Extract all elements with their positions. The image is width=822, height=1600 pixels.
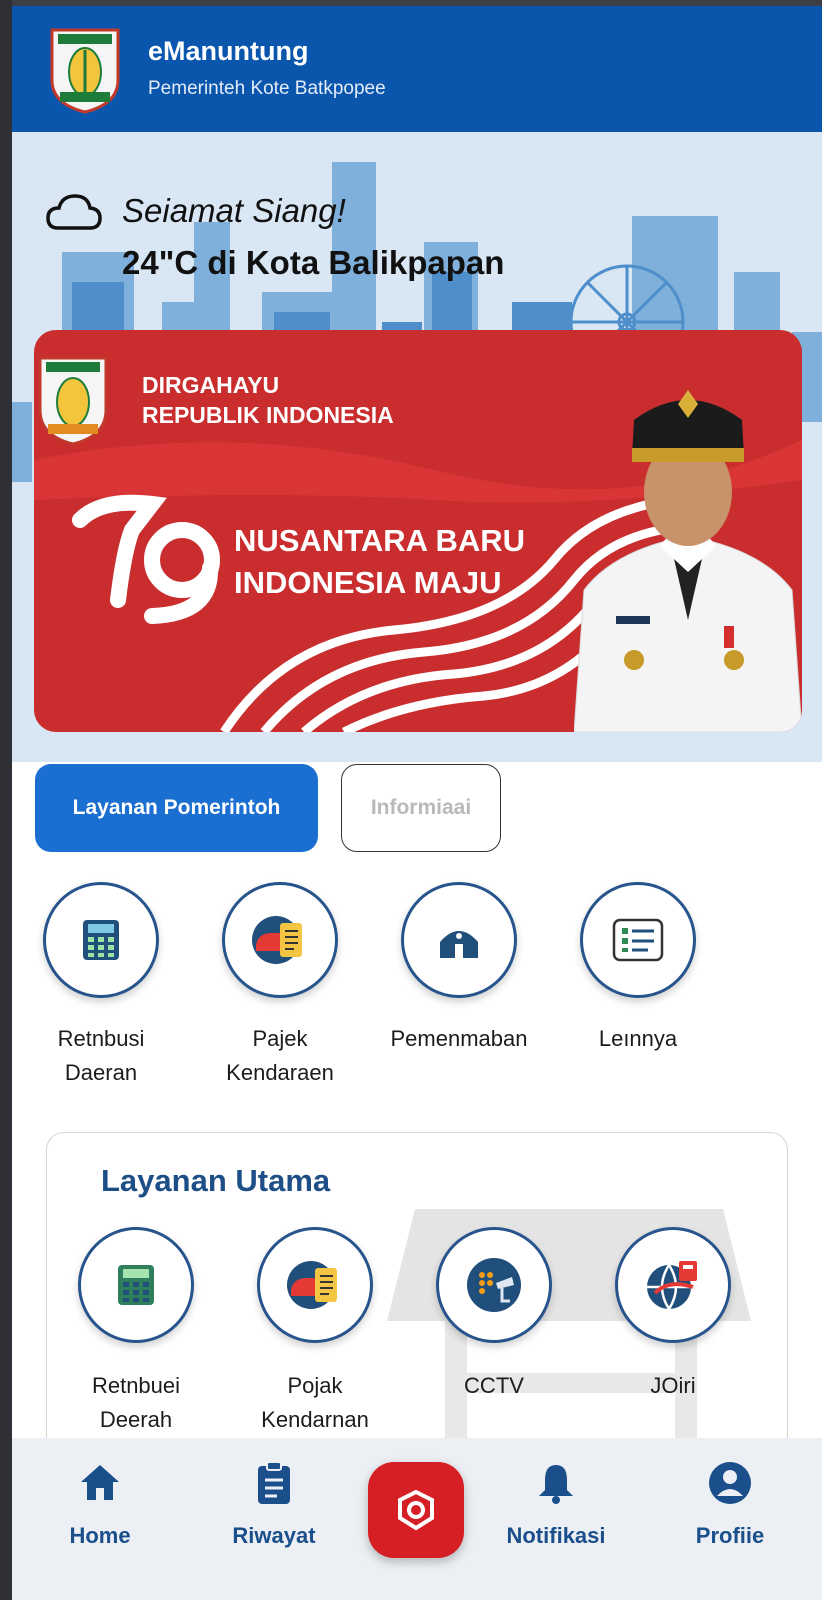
hero-section: Seiamat Siang! 24"C di Kota Balikpapan D	[12, 132, 822, 762]
profile-icon	[709, 1462, 751, 1504]
banner-slogan-line1: NUSANTARA BARU	[234, 523, 526, 558]
service-label: Pajek Kendaraen	[195, 1022, 365, 1090]
service-label: Pemenmaban	[374, 1022, 544, 1056]
nav-notifikasi-label: Notifikasi	[506, 1523, 606, 1548]
calculator-icon	[118, 1265, 154, 1305]
weather-text: 24"C di Kota Balikpapan	[122, 244, 505, 281]
banner-slogan-line2: INDONESIA MAJU	[234, 565, 502, 600]
vehicle-tax-icon	[252, 916, 302, 964]
layanan-utama-card: Layanan Utama Retnbuei Deerah Pojak Kend…	[46, 1132, 788, 1464]
service-label: Pojak Kendarnan	[230, 1369, 400, 1437]
main-service-pajak[interactable]: Pojak Kendarnan	[230, 1227, 400, 1437]
vehicle-tax-icon	[287, 1261, 337, 1309]
nav-home-label: Home	[69, 1523, 131, 1548]
main-service-jdih[interactable]: JOiri	[588, 1227, 758, 1403]
service-label-line2: Kendaraen	[226, 1060, 334, 1085]
more-icon	[612, 918, 664, 962]
nav-home[interactable]: Home	[30, 1460, 170, 1549]
anniversary-79-logo	[72, 494, 220, 624]
banner-slogan: NUSANTARA BARU INDONESIA MAJU	[234, 520, 525, 604]
main-service-retribusi[interactable]: Retnbuei Deerah	[51, 1227, 221, 1437]
main-service-cctv-circle[interactable]	[436, 1227, 552, 1343]
app-header: eManuntung Pemerinteh Kote Batkpopee	[12, 6, 822, 132]
center-action-button[interactable]	[368, 1462, 464, 1558]
layanan-utama-title: Layanan Utama	[101, 1163, 331, 1198]
bottom-navigation: Home Riwayat Notifikasi Profiie	[12, 1438, 822, 1600]
service-pajak-circle[interactable]	[222, 882, 338, 998]
service-label: Retnbuei Deerah	[51, 1369, 221, 1437]
banner-title: DIRGAHAYU REPUBLIK INDONESIA	[142, 370, 394, 430]
main-service-cctv[interactable]: CCTV	[409, 1227, 579, 1403]
service-pemerintahan-circle[interactable]	[401, 882, 517, 998]
service-label: Retnbusi Daeran	[16, 1022, 186, 1090]
service-label-line1: CCTV	[464, 1373, 524, 1398]
service-label: CCTV	[409, 1369, 579, 1403]
service-label-line2: Deerah	[99, 1407, 173, 1432]
banner-title-line2: REPUBLIK INDONESIA	[142, 402, 394, 428]
city-emblem-logo	[50, 28, 120, 114]
app-title: eManuntung	[148, 36, 309, 66]
service-lainnya-circle[interactable]	[580, 882, 696, 998]
main-service-retribusi-circle[interactable]	[78, 1227, 194, 1343]
nav-riwayat[interactable]: Riwayat	[204, 1460, 344, 1549]
service-label: Leınnya	[553, 1022, 723, 1056]
cloud-icon	[46, 194, 102, 230]
service-label-line1: Pajek	[252, 1026, 308, 1051]
service-retribusi-daerah[interactable]: Retnbusi Daeran	[16, 882, 186, 1090]
main-service-jdih-circle[interactable]	[615, 1227, 731, 1343]
service-label-line1: Retnbuei	[91, 1373, 181, 1398]
service-label: JOiri	[588, 1369, 758, 1403]
service-label-line1: Pemenmaban	[390, 1026, 528, 1051]
calculator-icon	[83, 920, 119, 960]
greeting-text: Seiamat Siang!	[122, 192, 346, 229]
service-label-line2: Kendarnan	[261, 1407, 369, 1432]
service-pemerintahan[interactable]: Pemenmaban	[374, 882, 544, 1056]
tab-layanan-pemerintah[interactable]: Layanan Pomerintoh	[35, 764, 318, 852]
service-label-line1: JOiri	[650, 1373, 696, 1398]
globe-icon	[647, 1261, 697, 1310]
report-icon	[398, 1489, 434, 1531]
clipboard-icon	[258, 1461, 290, 1504]
service-label-line1: Leınnya	[598, 1026, 678, 1051]
main-service-pajak-circle[interactable]	[257, 1227, 373, 1343]
service-retribusi-circle[interactable]	[43, 882, 159, 998]
app-screen: eManuntung Pemerinteh Kote Batkpopee Sei…	[12, 6, 822, 1600]
banner-title-line1: DIRGAHAYU	[142, 372, 280, 398]
independence-day-banner[interactable]: DIRGAHAYU REPUBLIK INDONESIA NUSANTARA B…	[34, 330, 802, 732]
bell-icon	[539, 1465, 573, 1504]
nav-profile[interactable]: Profiie	[660, 1460, 800, 1549]
official-portrait	[574, 390, 802, 732]
house-icon	[440, 931, 478, 958]
service-pajak-kendaraan[interactable]: Pajek Kendaraen	[195, 882, 365, 1090]
nav-riwayat-label: Riwayat	[232, 1523, 316, 1548]
left-edge-bar	[0, 0, 12, 1600]
tab-informasi[interactable]: Informiaai	[341, 764, 501, 852]
banner-emblem-logo	[38, 356, 108, 446]
service-lainnya[interactable]: Leınnya	[553, 882, 723, 1056]
service-label-line2: Daeran	[64, 1060, 138, 1085]
home-icon	[81, 1465, 119, 1500]
cctv-icon	[467, 1258, 521, 1312]
service-label-line1: Pojak	[287, 1373, 343, 1398]
app-subtitle: Pemerinteh Kote Batkpopee	[148, 78, 386, 99]
nav-profile-label: Profiie	[695, 1523, 765, 1548]
service-label-line1: Retnbusi	[57, 1026, 145, 1051]
nav-notifikasi[interactable]: Notifikasi	[486, 1460, 626, 1549]
